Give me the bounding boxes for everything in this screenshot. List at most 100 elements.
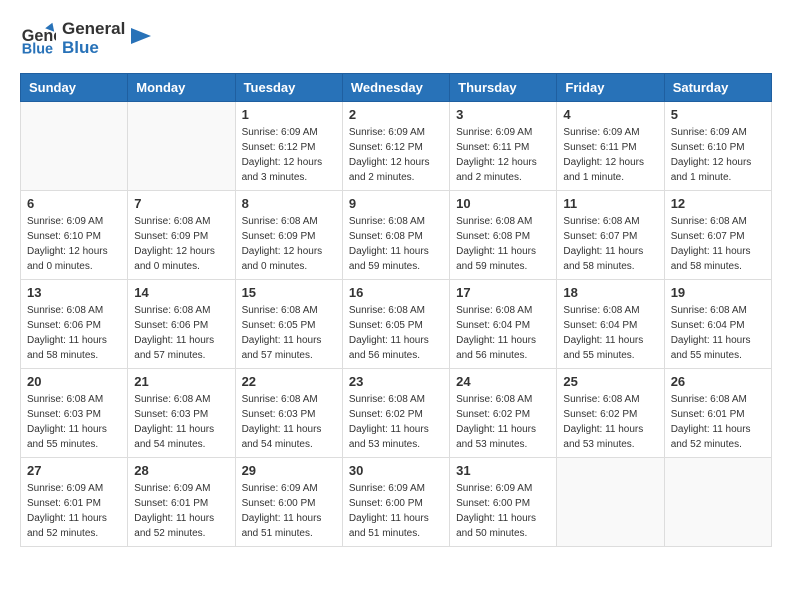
calendar-cell: 24 Sunrise: 6:08 AM Sunset: 6:02 PM Dayli… <box>450 369 557 458</box>
day-info: Sunrise: 6:08 AM Sunset: 6:07 PM Dayligh… <box>671 214 765 274</box>
day-number: 22 <box>242 374 336 389</box>
day-number: 5 <box>671 107 765 122</box>
calendar-cell: 23Sunrise: 6:08 AM Sunset: 6:02 PM Dayli… <box>342 369 449 458</box>
calendar-cell: 31 Sunrise: 6:09 AM Sunset: 6:00 PM Dayli… <box>450 458 557 547</box>
calendar-cell: 29 Sunrise: 6:09 AM Sunset: 6:00 PM Dayli… <box>235 458 342 547</box>
calendar-cell: 6 Sunrise: 6:09 AM Sunset: 6:10 PM Daylig… <box>21 191 128 280</box>
day-info: Sunrise: 6:08 AM Sunset: 6:02 PM Dayligh… <box>456 392 550 452</box>
calendar-table: SundayMondayTuesdayWednesdayThursdayFrid… <box>20 73 772 547</box>
calendar-cell: 27 Sunrise: 6:09 AM Sunset: 6:01 PM Dayli… <box>21 458 128 547</box>
day-info: Sunrise: 6:08 AM Sunset: 6:04 PM Dayligh… <box>671 303 765 363</box>
week-row-2: 6 Sunrise: 6:09 AM Sunset: 6:10 PM Daylig… <box>21 191 772 280</box>
day-number: 29 <box>242 463 336 478</box>
day-info: Sunrise: 6:08 AM Sunset: 6:08 PM Dayligh… <box>349 214 443 274</box>
day-info: Sunrise: 6:09 AM Sunset: 6:00 PM Dayligh… <box>242 481 336 541</box>
day-number: 9 <box>349 196 443 211</box>
calendar-cell: 5 Sunrise: 6:09 AM Sunset: 6:10 PM Daylig… <box>664 102 771 191</box>
day-number: 21 <box>134 374 228 389</box>
calendar-cell: 12 Sunrise: 6:08 AM Sunset: 6:07 PM Dayli… <box>664 191 771 280</box>
week-row-4: 20Sunrise: 6:08 AM Sunset: 6:03 PM Dayli… <box>21 369 772 458</box>
day-info: Sunrise: 6:09 AM Sunset: 6:01 PM Dayligh… <box>134 481 228 541</box>
day-info: Sunrise: 6:09 AM Sunset: 6:10 PM Dayligh… <box>27 214 121 274</box>
day-number: 28 <box>134 463 228 478</box>
calendar-header-wednesday: Wednesday <box>342 74 449 102</box>
day-info: Sunrise: 6:08 AM Sunset: 6:06 PM Dayligh… <box>134 303 228 363</box>
calendar-cell: 26Sunrise: 6:08 AM Sunset: 6:01 PM Dayli… <box>664 369 771 458</box>
calendar-cell: 2Sunrise: 6:09 AM Sunset: 6:12 PM Daylig… <box>342 102 449 191</box>
calendar-cell: 4 Sunrise: 6:09 AM Sunset: 6:11 PM Daylig… <box>557 102 664 191</box>
week-row-3: 13 Sunrise: 6:08 AM Sunset: 6:06 PM Dayli… <box>21 280 772 369</box>
calendar-cell: 11 Sunrise: 6:08 AM Sunset: 6:07 PM Dayli… <box>557 191 664 280</box>
logo: General Blue General Blue <box>20 20 151 57</box>
day-number: 6 <box>27 196 121 211</box>
day-info: Sunrise: 6:09 AM Sunset: 6:12 PM Dayligh… <box>349 125 443 185</box>
calendar-cell: 9 Sunrise: 6:08 AM Sunset: 6:08 PM Daylig… <box>342 191 449 280</box>
calendar-header-saturday: Saturday <box>664 74 771 102</box>
calendar-cell: 28 Sunrise: 6:09 AM Sunset: 6:01 PM Dayli… <box>128 458 235 547</box>
day-info: Sunrise: 6:08 AM Sunset: 6:02 PM Dayligh… <box>563 392 657 452</box>
day-info: Sunrise: 6:09 AM Sunset: 6:00 PM Dayligh… <box>456 481 550 541</box>
calendar-header-friday: Friday <box>557 74 664 102</box>
day-number: 3 <box>456 107 550 122</box>
day-info: Sunrise: 6:09 AM Sunset: 6:01 PM Dayligh… <box>27 481 121 541</box>
day-number: 25 <box>563 374 657 389</box>
calendar-cell: 7 Sunrise: 6:08 AM Sunset: 6:09 PM Daylig… <box>128 191 235 280</box>
day-number: 19 <box>671 285 765 300</box>
day-number: 17 <box>456 285 550 300</box>
day-info: Sunrise: 6:08 AM Sunset: 6:05 PM Dayligh… <box>242 303 336 363</box>
day-number: 26 <box>671 374 765 389</box>
day-info: Sunrise: 6:08 AM Sunset: 6:09 PM Dayligh… <box>242 214 336 274</box>
calendar-cell: 8 Sunrise: 6:08 AM Sunset: 6:09 PM Daylig… <box>235 191 342 280</box>
calendar-cell: 14Sunrise: 6:08 AM Sunset: 6:06 PM Dayli… <box>128 280 235 369</box>
calendar-cell: 22 Sunrise: 6:08 AM Sunset: 6:03 PM Dayli… <box>235 369 342 458</box>
day-info: Sunrise: 6:08 AM Sunset: 6:06 PM Dayligh… <box>27 303 121 363</box>
svg-text:Blue: Blue <box>22 41 53 57</box>
calendar-cell: 30Sunrise: 6:09 AM Sunset: 6:00 PM Dayli… <box>342 458 449 547</box>
calendar-cell <box>664 458 771 547</box>
calendar-header-thursday: Thursday <box>450 74 557 102</box>
calendar-cell: 3Sunrise: 6:09 AM Sunset: 6:11 PM Daylig… <box>450 102 557 191</box>
day-info: Sunrise: 6:08 AM Sunset: 6:04 PM Dayligh… <box>456 303 550 363</box>
day-number: 8 <box>242 196 336 211</box>
day-info: Sunrise: 6:08 AM Sunset: 6:05 PM Dayligh… <box>349 303 443 363</box>
day-number: 24 <box>456 374 550 389</box>
day-number: 4 <box>563 107 657 122</box>
day-number: 7 <box>134 196 228 211</box>
calendar-cell: 13 Sunrise: 6:08 AM Sunset: 6:06 PM Dayli… <box>21 280 128 369</box>
week-row-5: 27 Sunrise: 6:09 AM Sunset: 6:01 PM Dayli… <box>21 458 772 547</box>
logo-text-general: General <box>62 20 125 39</box>
calendar-cell: 18 Sunrise: 6:08 AM Sunset: 6:04 PM Dayli… <box>557 280 664 369</box>
day-number: 23 <box>349 374 443 389</box>
calendar-cell: 1 Sunrise: 6:09 AM Sunset: 6:12 PM Daylig… <box>235 102 342 191</box>
day-info: Sunrise: 6:08 AM Sunset: 6:09 PM Dayligh… <box>134 214 228 274</box>
day-info: Sunrise: 6:09 AM Sunset: 6:00 PM Dayligh… <box>349 481 443 541</box>
page-header: General Blue General Blue <box>20 20 772 57</box>
day-info: Sunrise: 6:08 AM Sunset: 6:07 PM Dayligh… <box>563 214 657 274</box>
day-info: Sunrise: 6:08 AM Sunset: 6:08 PM Dayligh… <box>456 214 550 274</box>
day-number: 15 <box>242 285 336 300</box>
logo-text-blue: Blue <box>62 39 125 58</box>
day-number: 31 <box>456 463 550 478</box>
day-number: 27 <box>27 463 121 478</box>
day-number: 10 <box>456 196 550 211</box>
day-number: 11 <box>563 196 657 211</box>
day-number: 16 <box>349 285 443 300</box>
calendar-cell: 25 Sunrise: 6:08 AM Sunset: 6:02 PM Dayli… <box>557 369 664 458</box>
day-number: 1 <box>242 107 336 122</box>
calendar-cell: 21 Sunrise: 6:08 AM Sunset: 6:03 PM Dayli… <box>128 369 235 458</box>
day-number: 12 <box>671 196 765 211</box>
day-info: Sunrise: 6:09 AM Sunset: 6:12 PM Dayligh… <box>242 125 336 185</box>
day-info: Sunrise: 6:08 AM Sunset: 6:04 PM Dayligh… <box>563 303 657 363</box>
calendar-cell: 10 Sunrise: 6:08 AM Sunset: 6:08 PM Dayli… <box>450 191 557 280</box>
day-info: Sunrise: 6:08 AM Sunset: 6:03 PM Dayligh… <box>27 392 121 452</box>
calendar-cell: 15 Sunrise: 6:08 AM Sunset: 6:05 PM Dayli… <box>235 280 342 369</box>
calendar-header-sunday: Sunday <box>21 74 128 102</box>
calendar-cell: 20Sunrise: 6:08 AM Sunset: 6:03 PM Dayli… <box>21 369 128 458</box>
day-info: Sunrise: 6:08 AM Sunset: 6:03 PM Dayligh… <box>134 392 228 452</box>
day-info: Sunrise: 6:09 AM Sunset: 6:10 PM Dayligh… <box>671 125 765 185</box>
day-info: Sunrise: 6:08 AM Sunset: 6:03 PM Dayligh… <box>242 392 336 452</box>
day-number: 18 <box>563 285 657 300</box>
day-number: 13 <box>27 285 121 300</box>
day-info: Sunrise: 6:09 AM Sunset: 6:11 PM Dayligh… <box>563 125 657 185</box>
calendar-cell: 19 Sunrise: 6:08 AM Sunset: 6:04 PM Dayli… <box>664 280 771 369</box>
